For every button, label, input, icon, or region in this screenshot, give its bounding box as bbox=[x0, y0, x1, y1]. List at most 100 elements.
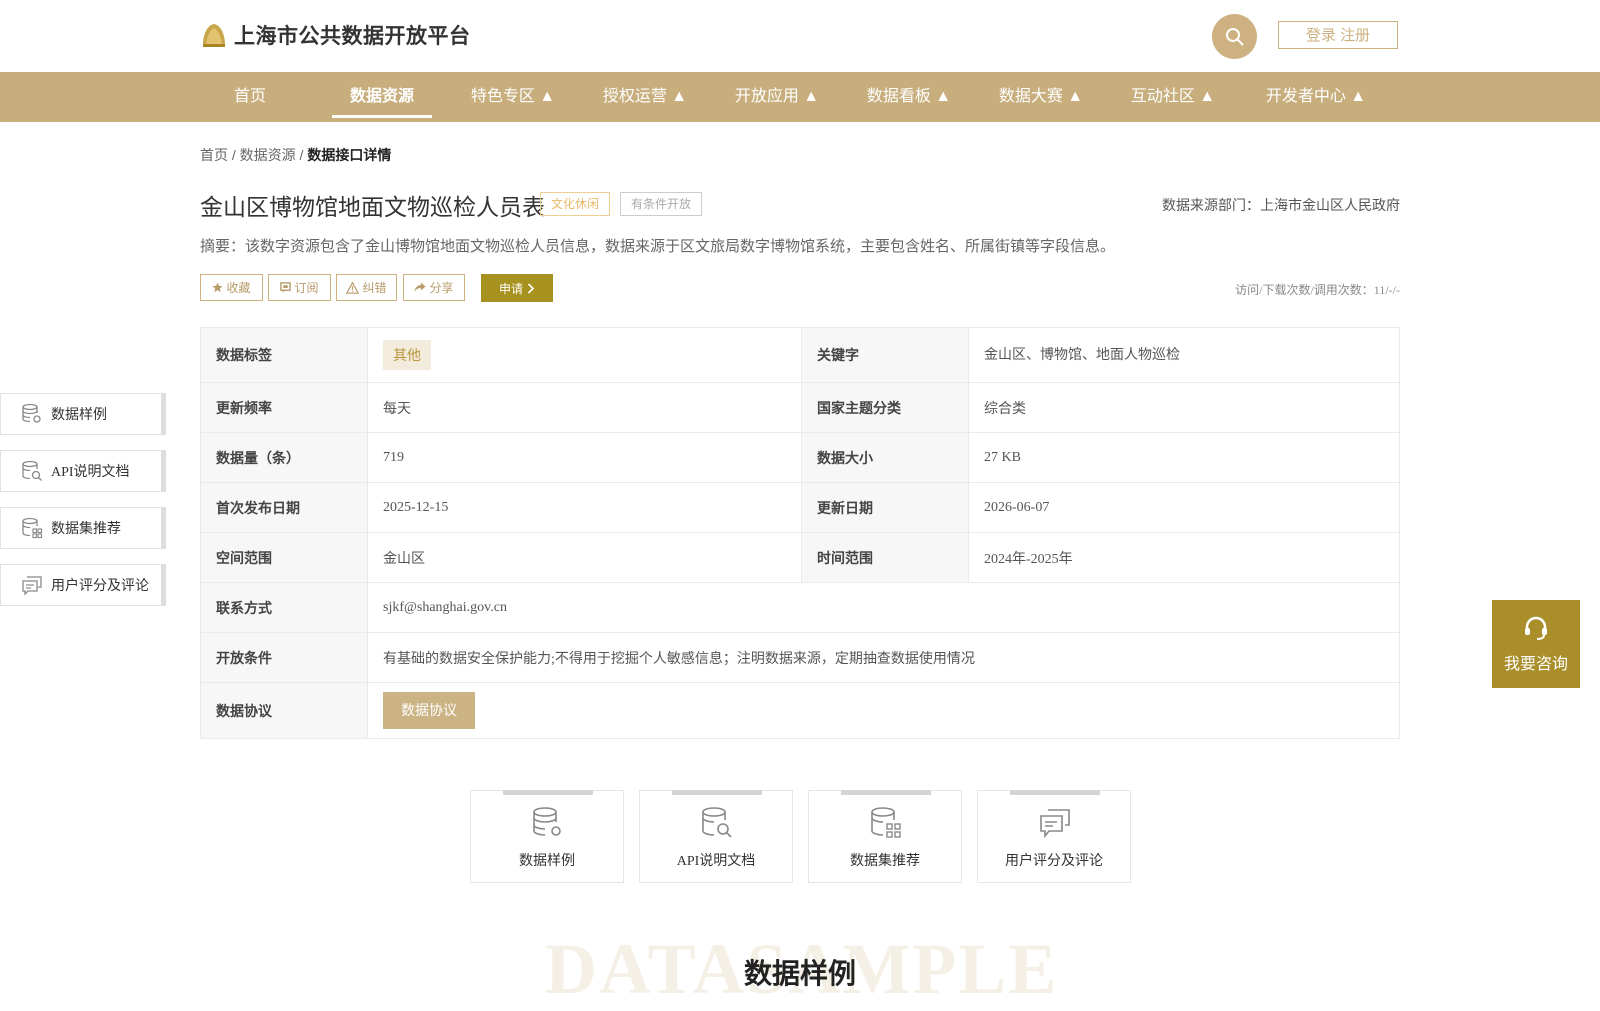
nav-developer-center[interactable]: 开发者中心 ▲ bbox=[1254, 72, 1378, 122]
share-icon bbox=[414, 282, 426, 292]
breadcrumb-home[interactable]: 首页 bbox=[200, 147, 228, 163]
data-agreement-button[interactable]: 数据协议 bbox=[383, 692, 475, 729]
table-row: 更新频率 每天 国家主题分类 综合类 bbox=[200, 382, 1400, 433]
visit-download-counts: 访问/下载次数/调用次数：11/-/- bbox=[1235, 283, 1400, 297]
card-api-docs[interactable]: API说明文档 bbox=[639, 790, 793, 883]
login-register-button[interactable]: 登录 注册 bbox=[1278, 21, 1398, 49]
main-nav: 首页 数据资源 特色专区 ▲ 授权运营 ▲ 开放应用 ▲ 数据看板 ▲ 数据大赛… bbox=[0, 72, 1600, 122]
agreement-cell: 数据协议 bbox=[367, 682, 1400, 739]
contact-value: sjkf@shanghai.gov.cn bbox=[367, 582, 1400, 633]
card-top-bar bbox=[841, 790, 931, 795]
correct-label: 纠错 bbox=[362, 281, 387, 295]
update-date-label: 更新日期 bbox=[801, 482, 969, 533]
data-count-label: 数据量（条） bbox=[200, 432, 368, 483]
side-nav-label: 用户评分及评论 bbox=[51, 579, 149, 594]
side-nav-label: API说明文档 bbox=[51, 465, 130, 480]
contact-label: 联系方式 bbox=[200, 582, 368, 633]
share-label: 分享 bbox=[429, 281, 454, 295]
keyword-value: 金山区、博物馆、地面人物巡检 bbox=[968, 327, 1400, 383]
data-tag-label: 数据标签 bbox=[200, 327, 368, 383]
first-publish-date-value: 2025-12-15 bbox=[367, 482, 802, 533]
nav-featured-zones[interactable]: 特色专区 ▲ bbox=[462, 72, 564, 122]
apply-label: 申请 bbox=[498, 281, 523, 296]
theme-category-label: 国家主题分类 bbox=[801, 382, 969, 433]
search-icon bbox=[1225, 27, 1244, 46]
side-nav-user-reviews[interactable]: 用户评分及评论 bbox=[0, 564, 166, 606]
card-top-bar bbox=[672, 790, 762, 795]
side-nav-label: 数据集推荐 bbox=[51, 522, 121, 537]
dataset-summary: 摘要：该数字资源包含了金山博物馆地面文物巡检人员信息，数据来源于区文旅局数字博物… bbox=[200, 238, 1116, 255]
site-header: 上海市公共数据开放平台 登录 注册 bbox=[0, 0, 1600, 72]
side-nav-dataset-recommend[interactable]: 数据集推荐 bbox=[0, 507, 166, 549]
card-label: 数据集推荐 bbox=[850, 854, 920, 869]
side-nav-api-docs[interactable]: API说明文档 bbox=[0, 450, 166, 492]
apply-button[interactable]: 申请 bbox=[481, 274, 553, 302]
nav-authorized-operation[interactable]: 授权运营 ▲ bbox=[594, 72, 696, 122]
breadcrumb-data-resources[interactable]: 数据资源 bbox=[240, 147, 296, 163]
breadcrumb-current: 数据接口详情 bbox=[307, 147, 392, 163]
correct-button[interactable]: 纠错 bbox=[336, 274, 397, 301]
data-tag-badge[interactable]: 其他 bbox=[383, 340, 431, 370]
card-dataset-recommend[interactable]: 数据集推荐 bbox=[808, 790, 962, 883]
database-search-icon bbox=[702, 807, 732, 838]
keyword-label: 关键字 bbox=[801, 327, 969, 383]
agreement-label: 数据协议 bbox=[200, 682, 368, 739]
breadcrumb-separator: / bbox=[295, 147, 308, 163]
spatial-scope-value: 金山区 bbox=[367, 532, 802, 583]
search-button[interactable] bbox=[1212, 14, 1257, 59]
nav-home[interactable]: 首页 bbox=[210, 72, 290, 122]
database-grid-icon bbox=[871, 807, 901, 838]
update-date-value: 2026-06-07 bbox=[968, 482, 1400, 533]
chevron-right-icon bbox=[527, 282, 535, 294]
source-department: 数据来源部门：上海市金山区人民政府 bbox=[1162, 197, 1400, 213]
section-title: 数据样例 bbox=[743, 958, 856, 989]
side-nav-label: 数据样例 bbox=[51, 408, 107, 423]
table-row: 空间范围 金山区 时间范围 2024年-2025年 bbox=[200, 532, 1400, 583]
dataset-title: 金山区博物馆地面文物巡检人员表 bbox=[200, 194, 545, 220]
card-label: 用户评分及评论 bbox=[1005, 854, 1103, 869]
table-row: 开放条件 有基础的数据安全保护能力;不得用于挖掘个人敏感信息；注明数据来源，定期… bbox=[200, 632, 1400, 683]
logo-icon bbox=[203, 24, 225, 47]
data-tag-cell: 其他 bbox=[367, 327, 802, 383]
warning-icon bbox=[346, 281, 360, 294]
database-grid-icon bbox=[22, 517, 43, 539]
category-tag: 文化休闲 bbox=[540, 192, 611, 216]
dataset-info-table: 数据标签 其他 关键字 金山区、博物馆、地面人物巡检 更新频率 每天 国家主题分… bbox=[200, 327, 1400, 739]
share-button[interactable]: 分享 bbox=[403, 274, 465, 301]
subscribe-icon bbox=[280, 282, 292, 293]
nav-data-contest[interactable]: 数据大赛 ▲ bbox=[990, 72, 1092, 122]
first-publish-date-label: 首次发布日期 bbox=[200, 482, 368, 533]
open-condition-value: 有基础的数据安全保护能力;不得用于挖掘个人敏感信息；注明数据来源，定期抽查数据使… bbox=[367, 632, 1400, 683]
database-gear-icon bbox=[22, 403, 41, 423]
nav-data-dashboard[interactable]: 数据看板 ▲ bbox=[858, 72, 960, 122]
open-condition-label: 开放条件 bbox=[200, 632, 368, 683]
table-row: 数据协议 数据协议 bbox=[200, 682, 1400, 739]
update-frequency-label: 更新频率 bbox=[200, 382, 368, 433]
site-title: 上海市公共数据开放平台 bbox=[234, 25, 471, 48]
database-gear-icon bbox=[533, 807, 561, 836]
table-row: 联系方式 sjkf@shanghai.gov.cn bbox=[200, 582, 1400, 633]
consult-button[interactable]: 我要咨询 bbox=[1492, 600, 1580, 688]
site-logo[interactable]: 上海市公共数据开放平台 bbox=[200, 20, 471, 50]
nav-data-resources[interactable]: 数据资源 bbox=[332, 72, 432, 122]
favorite-button[interactable]: 收藏 bbox=[200, 274, 263, 301]
card-user-reviews[interactable]: 用户评分及评论 bbox=[977, 790, 1131, 883]
subscribe-button[interactable]: 订阅 bbox=[268, 274, 331, 301]
card-label: 数据样例 bbox=[519, 854, 575, 869]
nav-community[interactable]: 互动社区 ▲ bbox=[1122, 72, 1224, 122]
side-nav-data-sample[interactable]: 数据样例 bbox=[0, 393, 166, 435]
comment-icon bbox=[22, 576, 42, 596]
update-frequency-value: 每天 bbox=[367, 382, 802, 433]
star-icon bbox=[212, 282, 224, 293]
favorite-label: 收藏 bbox=[226, 281, 251, 295]
card-label: API说明文档 bbox=[676, 854, 756, 869]
card-top-bar bbox=[1010, 790, 1100, 795]
time-range-label: 时间范围 bbox=[801, 532, 969, 583]
open-condition-tag: 有条件开放 bbox=[620, 192, 703, 216]
data-count-value: 719 bbox=[367, 432, 802, 483]
card-data-sample[interactable]: 数据样例 bbox=[470, 790, 624, 883]
nav-open-apps[interactable]: 开放应用 ▲ bbox=[726, 72, 828, 122]
breadcrumb: 首页 / 数据资源 / 数据接口详情 bbox=[200, 145, 391, 165]
headset-icon bbox=[1525, 616, 1547, 640]
theme-category-value: 综合类 bbox=[968, 382, 1400, 433]
